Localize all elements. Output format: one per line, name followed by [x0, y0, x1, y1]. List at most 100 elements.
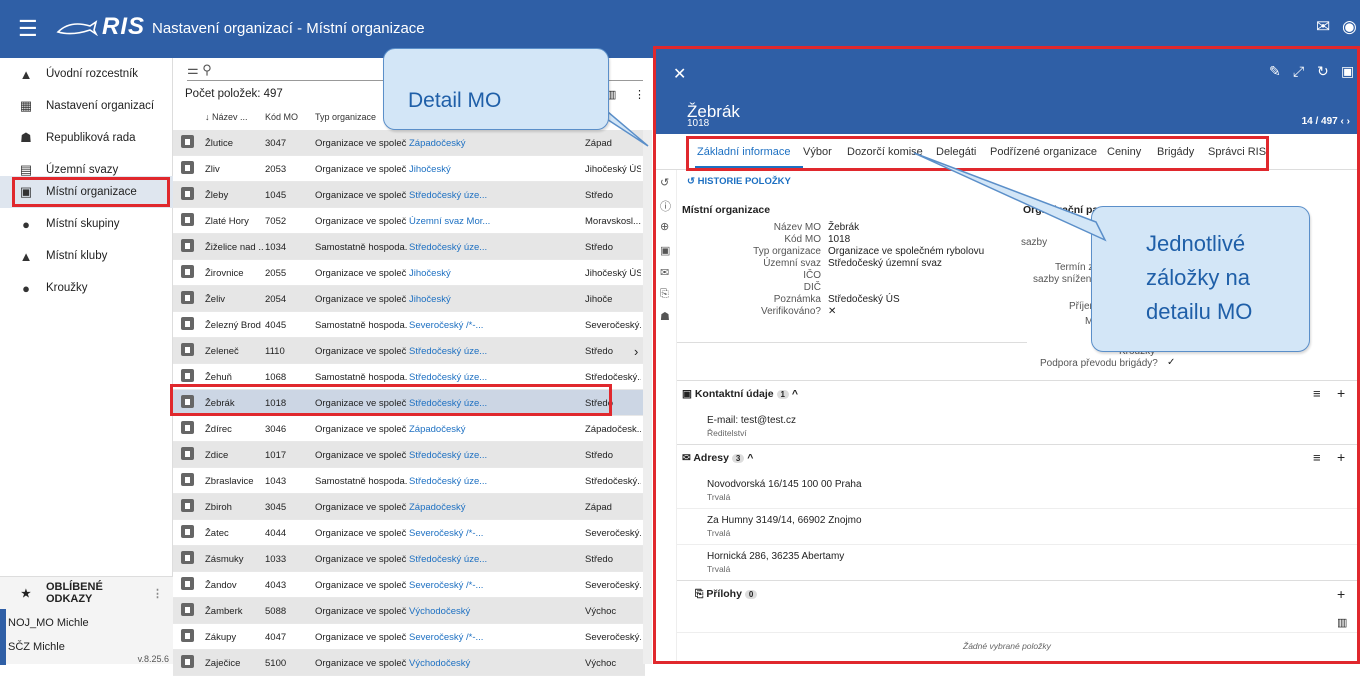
cell-union[interactable]: Středočeský úze...	[409, 190, 501, 201]
table-row[interactable]: Ždírec 3046 Organizace ve společ... Západoč…	[173, 416, 645, 442]
cell-union[interactable]: Západočeský	[409, 502, 501, 513]
column-header-code[interactable]: Kód MO	[265, 112, 298, 122]
cell-union[interactable]: Západočeský	[409, 138, 501, 149]
search-bar[interactable]: ⚌ ⚲	[187, 62, 212, 78]
filter-icon[interactable]: ⚌	[187, 62, 199, 77]
cell-union[interactable]: Severočeský /*-...	[409, 632, 501, 643]
cell-name: Ždírec	[205, 424, 232, 435]
cell-union[interactable]: Severočeský /*-...	[409, 528, 501, 539]
cell-union[interactable]: Jihočeský	[409, 164, 501, 175]
table-row[interactable]: Žirovnice 2055 Organizace ve společ... Jiho…	[173, 260, 645, 286]
star-icon: ★	[21, 587, 31, 600]
building-icon	[181, 447, 194, 460]
cell-region: Severočeský...	[585, 580, 641, 591]
column-header-type[interactable]: Typ organizace	[315, 112, 376, 122]
sidebar-item-label: Nastavení organizací	[46, 100, 155, 112]
chevron-right-icon[interactable]: ›	[634, 344, 638, 359]
favorites-header[interactable]: ★ OBLÍBENÉ ODKAZY ⋮	[0, 577, 173, 609]
cell-code: 3047	[265, 138, 287, 149]
table-row[interactable]: Žandov 4043 Organizace ve společ... Severoč…	[173, 572, 645, 598]
table-row[interactable]: Zaječice 5100 Organizace ve společ... Výcho…	[173, 650, 645, 676]
callout-detail: Detail MO	[383, 48, 609, 130]
cell-region: Západočesk...	[585, 424, 641, 435]
cell-code: 7052	[265, 216, 287, 227]
cell-region: Středo	[585, 190, 613, 201]
favorites-panel: ★ OBLÍBENÉ ODKAZY ⋮ NOJ_MO Michle SČZ Mich…	[0, 576, 173, 665]
menu-icon[interactable]: ☰	[18, 16, 38, 42]
building-icon	[181, 655, 194, 668]
cell-union[interactable]: Severočeský /*-...	[409, 320, 501, 331]
cell-union[interactable]: Středočeský úze...	[409, 450, 501, 461]
table-row[interactable]: Žatec 4044 Organizace ve společ... Severoče…	[173, 520, 645, 546]
cell-code: 1068	[265, 372, 287, 383]
more-icon[interactable]: ⋮	[152, 587, 163, 600]
sidebar-item-local-clubs[interactable]: ▲ Místní kluby	[0, 240, 173, 272]
table-row[interactable]: Zlaté Hory 7052 Organizace ve společ... Úze…	[173, 208, 645, 234]
table-row[interactable]: Žlutice 3047 Organizace ve společ... Západo…	[173, 130, 645, 156]
table-row[interactable]: Zásmuky 1033 Organizace ve společ... Středo…	[173, 546, 645, 572]
cell-union[interactable]: Středočeský úze...	[409, 372, 501, 383]
table-row[interactable]: Žleby 1045 Organizace ve společ... Středoče…	[173, 182, 645, 208]
favorites-title: OBLÍBENÉ ODKAZY	[45, 581, 103, 605]
cell-name: Žleby	[205, 190, 229, 201]
cell-name: Zbraslavice	[205, 476, 254, 487]
mail-icon[interactable]: ✉	[1316, 17, 1330, 37]
group-icon: ☗	[20, 130, 32, 145]
favorites-stripe	[0, 609, 6, 665]
sidebar-item-label: Republiková rada	[46, 132, 136, 144]
cell-union[interactable]: Středočeský úze...	[409, 554, 501, 565]
cell-union[interactable]: Středočeský úze...	[409, 346, 501, 357]
table-row[interactable]: Žamberk 5088 Organizace ve společ... Východ…	[173, 598, 645, 624]
grid-icon: ▦	[19, 98, 33, 113]
sidebar-item-republic-council[interactable]: ☗ Republiková rada	[0, 122, 173, 154]
cell-type: Organizace ve společ...	[315, 554, 407, 565]
cell-type: Organizace ve společ...	[315, 216, 407, 227]
cell-name: Žlutice	[205, 138, 233, 149]
scrollbar[interactable]	[643, 130, 652, 664]
search-icon[interactable]: ⚲	[202, 62, 212, 77]
fish-logo-icon	[56, 20, 98, 36]
cell-name: Zdice	[205, 450, 229, 461]
table-row[interactable]: Žiželice nad ... 1034 Samostatně hospoda..…	[173, 234, 645, 260]
cell-union[interactable]: Středočeský úze...	[409, 476, 501, 487]
building-icon	[181, 265, 194, 278]
column-header-name[interactable]: ↓ Název ...	[205, 112, 248, 122]
more-icon[interactable]: ⋮	[634, 88, 645, 101]
cell-name: Žehuň	[205, 372, 232, 383]
cell-union[interactable]: Severočeský /*-...	[409, 580, 501, 591]
cell-region: Středo	[585, 450, 613, 461]
favorite-link[interactable]: SČZ Michle	[8, 641, 65, 653]
cell-code: 1033	[265, 554, 287, 565]
cell-code: 1045	[265, 190, 287, 201]
cell-type: Organizace ve společ...	[315, 528, 407, 539]
cell-union[interactable]: Územní svaz Mor...	[409, 216, 501, 227]
building-icon	[181, 239, 194, 252]
cell-union[interactable]: Jihočeský	[409, 268, 501, 279]
account-icon[interactable]: ◉	[1342, 17, 1357, 37]
cell-name: Želiv	[205, 294, 226, 305]
circle-icon: ●	[22, 280, 30, 296]
cell-name: Zlaté Hory	[205, 216, 249, 227]
cell-code: 2055	[265, 268, 287, 279]
cell-name: Žiželice nad ...	[205, 242, 263, 253]
table-row[interactable]: Zdice 1017 Organizace ve společ... Středoče…	[173, 442, 645, 468]
table-row[interactable]: Zliv 2053 Organizace ve společ... Jihočeský…	[173, 156, 645, 182]
cell-union[interactable]: Východočeský	[409, 606, 501, 617]
cell-union[interactable]: Jihočeský	[409, 294, 501, 305]
cell-union[interactable]: Středočeský úze...	[409, 242, 501, 253]
cell-union[interactable]: Západočeský	[409, 424, 501, 435]
sidebar-item-circles[interactable]: ● Kroužky	[0, 272, 173, 304]
cell-region: Jihoče	[585, 294, 613, 305]
table-row[interactable]: Zákupy 4047 Organizace ve společ... Severoč…	[173, 624, 645, 650]
table-row[interactable]: Železný Brod 4045 Samostatně hospoda... Sev…	[173, 312, 645, 338]
table-row[interactable]: Želiv 2054 Organizace ve společ... Jihočesk…	[173, 286, 645, 312]
table-row[interactable]: Zeleneč 1110 Organizace ve společ... Středo…	[173, 338, 645, 364]
cell-region: Moravskosl...	[585, 216, 641, 227]
sidebar-item-local-groups[interactable]: ● Místní skupiny	[0, 208, 173, 240]
favorite-link[interactable]: NOJ_MO Michle	[8, 617, 89, 629]
sidebar-item-home[interactable]: ▲ Úvodní rozcestník	[0, 58, 173, 90]
table-row[interactable]: Zbraslavice 1043 Samostatně hospoda... Stře…	[173, 468, 645, 494]
table-row[interactable]: Zbiroh 3045 Organizace ve společ... Západoč…	[173, 494, 645, 520]
cell-code: 1110	[265, 346, 285, 357]
sidebar-item-org-settings[interactable]: ▦ Nastavení organizací	[0, 90, 173, 122]
